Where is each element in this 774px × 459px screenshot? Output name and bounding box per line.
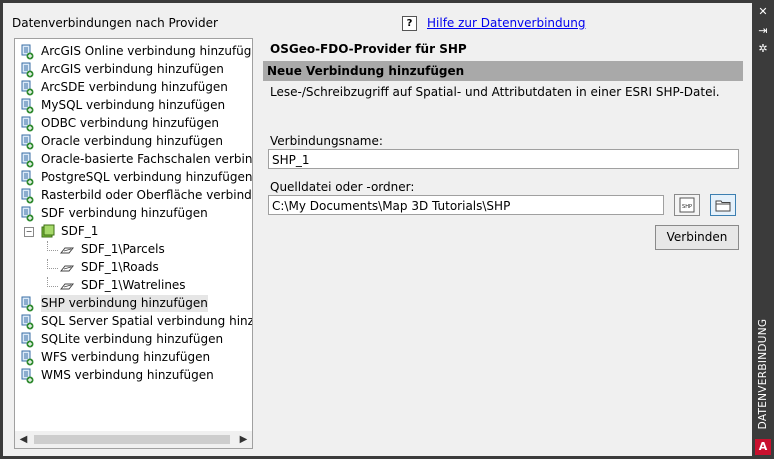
help-icon[interactable]: ?	[402, 16, 417, 31]
layer-icon	[59, 260, 75, 276]
tree-item[interactable]: SQLite verbindung hinzufügen	[15, 331, 252, 348]
tree-item[interactable]: Oracle-basierte Fachschalen verbindung	[15, 151, 252, 168]
tree-connector	[47, 259, 58, 269]
collapse-icon[interactable]: −	[24, 227, 34, 237]
tree-item-label: Oracle-basierte Fachschalen verbindung	[41, 152, 253, 166]
tree-item-label: MySQL verbindung hinzufügen	[41, 98, 226, 112]
tree-item-label: WMS verbindung hinzufügen	[41, 368, 214, 382]
tree-item[interactable]: ODBC verbindung hinzufügen	[15, 115, 252, 132]
tree-item[interactable]: SDF_1\Watrelines	[15, 277, 252, 294]
tree-item-label: SQLite verbindung hinzufügen	[41, 332, 224, 346]
connect-button[interactable]: Verbinden	[655, 225, 739, 250]
tree-item[interactable]: MySQL verbindung hinzufügen	[15, 97, 252, 114]
palette-title: DATENVERBINDUNG	[753, 319, 773, 434]
tree-item[interactable]: ArcGIS Online verbindung hinzufügen	[15, 43, 252, 60]
close-icon[interactable]: ✕	[752, 4, 774, 20]
tree-item[interactable]: WMS verbindung hinzufügen	[15, 367, 252, 384]
palette-frame: Datenverbindungen nach Provider ArcGIS O…	[0, 0, 752, 459]
shp-file-button[interactable]: SHP	[674, 194, 700, 216]
palette-titlebar: ✕ ⇥ ✲ DATENVERBINDUNG A	[752, 0, 774, 459]
scroll-right-icon[interactable]: ▶	[235, 431, 252, 448]
add-connection-icon	[19, 350, 35, 366]
scroll-left-icon[interactable]: ◀	[15, 431, 32, 448]
tree-item-label: Rasterbild oder Oberfläche verbindung h	[41, 188, 252, 202]
add-connection-icon	[19, 98, 35, 114]
tree-item[interactable]: SQL Server Spatial verbindung hinzufüge	[15, 313, 252, 330]
tree-item-label: SDF_1	[61, 224, 99, 238]
help-link[interactable]: Hilfe zur Datenverbindung	[427, 16, 585, 30]
shp-file-icon: SHP	[679, 197, 695, 213]
tree-item[interactable]: ArcSDE verbindung hinzufügen	[15, 79, 252, 96]
tree-item-label: Oracle verbindung hinzufügen	[41, 134, 223, 148]
database-icon	[39, 224, 55, 240]
add-connection-icon	[19, 152, 35, 168]
layer-icon	[59, 278, 75, 294]
tree-item[interactable]: PostgreSQL verbindung hinzufügen	[15, 169, 252, 186]
add-connection-icon	[19, 314, 35, 330]
add-connection-icon	[19, 332, 35, 348]
connection-name-label: Verbindungsname:	[270, 134, 383, 148]
tree-item[interactable]: SHP verbindung hinzufügen	[15, 295, 252, 312]
tree-item-label: ODBC verbindung hinzufügen	[41, 116, 220, 130]
add-connection-icon	[19, 62, 35, 78]
tree-item-label: SQL Server Spatial verbindung hinzufüge	[41, 314, 253, 328]
layer-icon	[59, 242, 75, 258]
add-connection-icon	[19, 206, 35, 222]
tree-item[interactable]: SDF_1\Parcels	[15, 241, 252, 258]
properties-gear-icon[interactable]: ✲	[752, 41, 774, 57]
tree-item-label: ArcGIS verbindung hinzufügen	[41, 62, 224, 76]
add-connection-icon	[19, 80, 35, 96]
add-connection-icon	[19, 116, 35, 132]
tree-item[interactable]: − SDF_1	[15, 223, 252, 240]
tree-connector	[47, 277, 58, 287]
add-connection-icon	[19, 134, 35, 150]
add-connection-icon	[19, 170, 35, 186]
autodesk-logo-icon: A	[755, 439, 771, 455]
add-connection-icon	[19, 44, 35, 60]
tree-item[interactable]: ArcGIS verbindung hinzufügen	[15, 61, 252, 78]
tree-item-label: WFS verbindung hinzufügen	[41, 350, 211, 364]
tree-item[interactable]: WFS verbindung hinzufügen	[15, 349, 252, 366]
horizontal-scrollbar[interactable]: ◀ ▶	[15, 431, 252, 448]
provider-description: Lese-/Schreibzugriff auf Spatial- und At…	[270, 85, 720, 99]
tree-connector	[47, 241, 58, 251]
tree-item[interactable]: Oracle verbindung hinzufügen	[15, 133, 252, 150]
provider-tree[interactable]: ArcGIS Online verbindung hinzufügen ArcGI…	[14, 38, 253, 449]
tree-item-label: SDF_1\Parcels	[81, 242, 165, 256]
tree-item-label: PostgreSQL verbindung hinzufügen	[41, 170, 253, 184]
add-connection-icon	[19, 296, 35, 312]
tree-item[interactable]: SDF_1\Roads	[15, 259, 252, 276]
tree-item-label: ArcGIS Online verbindung hinzufügen	[41, 44, 253, 58]
section-header: Neue Verbindung hinzufügen	[263, 61, 743, 81]
folder-icon	[715, 200, 731, 212]
autohide-icon[interactable]: ⇥	[752, 23, 774, 39]
source-label: Quelldatei oder -ordner:	[270, 180, 415, 194]
add-connection-icon	[19, 188, 35, 204]
panel-title: Datenverbindungen nach Provider	[12, 16, 218, 30]
tree-item-label: SDF verbindung hinzufügen	[41, 206, 208, 220]
tree-item-label: SHP verbindung hinzufügen	[41, 295, 208, 312]
tree-item-label: SDF_1\Roads	[81, 260, 159, 274]
provider-title: OSGeo-FDO-Provider für SHP	[270, 42, 467, 56]
add-connection-icon	[19, 368, 35, 384]
browse-folder-button[interactable]	[710, 194, 736, 216]
shp-icon-text: SHP	[682, 204, 692, 210]
tree-item-label: SDF_1\Watrelines	[81, 278, 186, 292]
scroll-thumb[interactable]	[34, 435, 230, 444]
tree-item-label: ArcSDE verbindung hinzufügen	[41, 80, 228, 94]
palette-content: Datenverbindungen nach Provider ArcGIS O…	[3, 3, 752, 456]
palette-title-label: DATENVERBINDUNG	[757, 318, 769, 430]
tree-item[interactable]: Rasterbild oder Oberfläche verbindung h	[15, 187, 252, 204]
section-header-label: Neue Verbindung hinzufügen	[267, 64, 465, 78]
connection-name-input[interactable]: SHP_1	[268, 149, 739, 169]
source-path-input[interactable]: C:\My Documents\Map 3D Tutorials\SHP	[268, 195, 664, 215]
tree-item[interactable]: SDF verbindung hinzufügen	[15, 205, 252, 222]
